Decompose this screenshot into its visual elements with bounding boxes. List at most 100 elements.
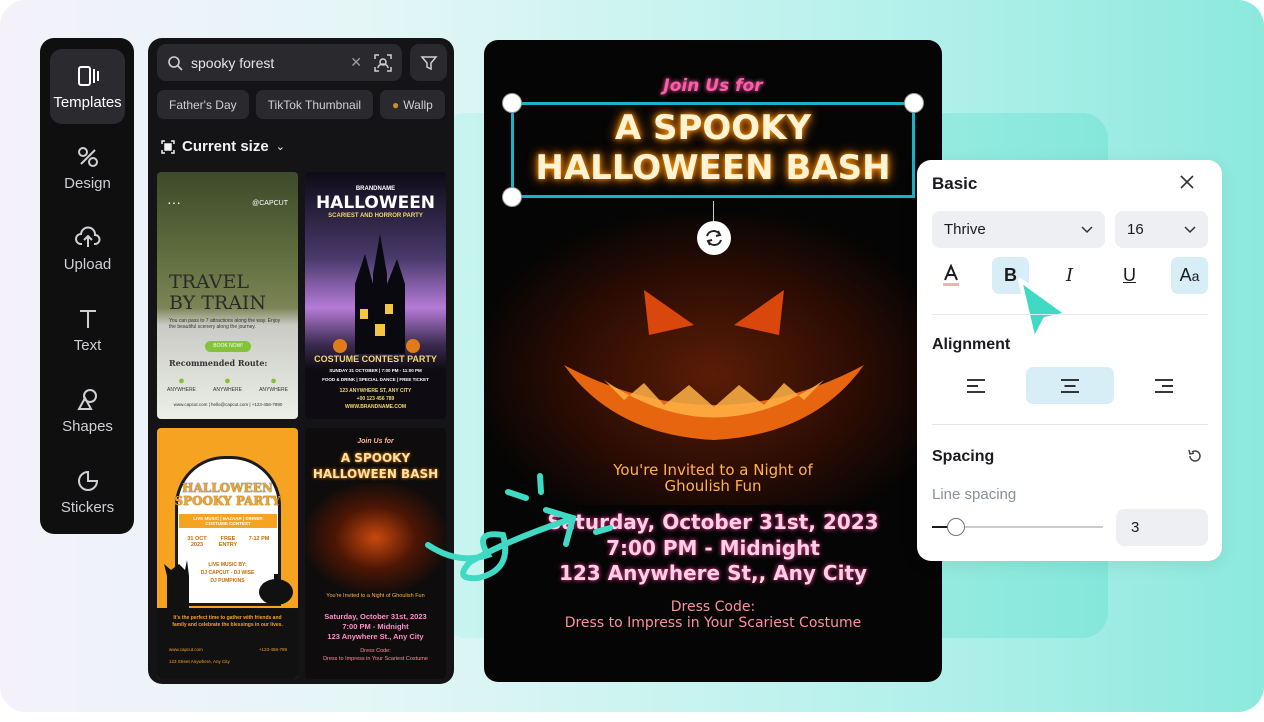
resize-handle-top-right[interactable] <box>904 93 924 113</box>
spacing-label: Spacing <box>932 448 995 465</box>
resize-handle-top-left[interactable] <box>502 93 522 113</box>
align-right-icon <box>1155 378 1173 393</box>
design-icon <box>77 146 98 167</box>
text-color-button[interactable] <box>932 257 969 294</box>
chip-fathers-day[interactable]: Father's Day <box>157 90 249 119</box>
template-line: SUNDAY 31 OCTOBER | 7:00 PM - 11:00 PM <box>329 368 422 373</box>
template-tag-line: COSTUME CONTEST <box>205 521 251 526</box>
chip-tiktok-thumbnail[interactable]: TikTok Thumbnail <box>255 90 374 119</box>
sidebar-item-label: Design <box>64 174 111 192</box>
more-icon[interactable]: ··· <box>167 194 181 210</box>
font-family-select[interactable]: Thrive <box>932 211 1105 248</box>
template-card-travel[interactable]: ··· @CAPCUT TRAVEL BY TRAIN You can pass… <box>157 172 298 419</box>
align-center-icon <box>1061 378 1079 393</box>
template-brand: BRANDNAME <box>355 186 396 192</box>
current-size-dropdown[interactable]: Current size ⌄ <box>161 138 285 155</box>
resize-icon <box>161 139 175 154</box>
template-title: HALLOWEEN SPOOKY PARTY <box>157 482 298 508</box>
search-icon <box>168 55 183 71</box>
sidebar-item-text[interactable]: Text <box>50 292 125 367</box>
template-invite: You're Invited to a Night of Ghoulish Fu… <box>326 593 425 599</box>
template-line: +00 123 456 789 <box>356 396 395 402</box>
pin-icon: ● <box>178 375 185 387</box>
template-subtitle: SCARIEST AND HORROR PARTY <box>328 213 423 219</box>
sidebar-item-stickers[interactable]: Stickers <box>50 454 125 529</box>
line-spacing-slider[interactable] <box>932 518 1103 536</box>
sidebar-item-label: Stickers <box>60 498 115 516</box>
chip-wallpaper[interactable]: ● Wallp <box>380 90 445 119</box>
templates-panel: spooky forest ✕ Father's Day TikTok Thum… <box>148 38 454 684</box>
route-stop: ● ANYWHERE <box>259 375 288 393</box>
shapes-icon <box>76 388 97 410</box>
reset-icon[interactable] <box>1187 448 1203 464</box>
template-title: TRAVEL BY TRAIN <box>169 272 266 314</box>
align-right-button[interactable] <box>1120 367 1208 404</box>
route-stops: ● ANYWHERE ● ANYWHERE ● ANYWHERE <box>167 375 288 393</box>
font-size-value: 16 <box>1127 221 1144 238</box>
template-phone: +123-456-789 <box>258 647 287 652</box>
line-spacing-input[interactable]: 3 <box>1116 509 1208 546</box>
template-address: 123 Anywhere St., Any City <box>327 632 424 641</box>
canvas-dresscode[interactable]: Dress Code: <box>484 599 942 615</box>
image-search-icon[interactable] <box>374 53 392 72</box>
align-left-button[interactable] <box>932 367 1020 404</box>
wallpaper-icon: ● <box>392 97 400 112</box>
route-stop-label: ANYWHERE <box>167 387 196 393</box>
divider <box>932 424 1208 425</box>
chevron-down-icon: ⌄ <box>275 141 285 153</box>
sidebar-item-upload[interactable]: Upload <box>50 211 125 286</box>
underline-button[interactable]: U <box>1111 257 1148 294</box>
sidebar-item-label: Text <box>73 336 102 354</box>
template-dresscode2: Dress to Impress in Your Scariest Costum… <box>323 656 428 662</box>
template-time: 7:00 PM - Midnight <box>342 622 409 631</box>
canvas-top-text[interactable]: Join Us for <box>484 76 942 96</box>
template-web: www.capcut.com <box>169 647 203 652</box>
templates-icon <box>77 65 99 86</box>
cursor-pointer-icon <box>1018 278 1069 342</box>
rotate-connector <box>713 201 714 221</box>
filter-button[interactable] <box>410 44 447 81</box>
template-time: 7-12 PM <box>248 536 270 542</box>
template-title-line: TRAVEL <box>169 271 249 293</box>
close-icon[interactable] <box>1179 174 1195 190</box>
font-family-value: Thrive <box>944 221 986 238</box>
line-spacing-value: 3 <box>1131 519 1140 536</box>
sidebar-item-shapes[interactable]: Shapes <box>50 373 125 448</box>
divider <box>932 314 1208 315</box>
align-left-icon <box>967 378 985 393</box>
template-book-button: BOOK NOW! <box>205 341 251 352</box>
template-card-spooky-party[interactable]: HALLOWEEN SPOOKY PARTY LIVE MUSIC | BAZA… <box>157 428 298 679</box>
sidebar-item-design[interactable]: Design <box>50 130 125 205</box>
sidebar-item-templates[interactable]: Templates <box>50 49 125 124</box>
upload-icon <box>74 226 100 247</box>
template-line: 123 ANYWHERE ST, ANY CITY <box>339 388 412 394</box>
text-case-small-a: a <box>1191 267 1200 284</box>
font-size-select[interactable]: 16 <box>1115 211 1208 248</box>
clear-search-icon[interactable]: ✕ <box>350 54 362 71</box>
stickers-icon <box>77 470 98 491</box>
route-stop-label: ANYWHERE <box>213 387 242 393</box>
slider-thumb[interactable] <box>947 518 965 536</box>
route-stop-label: ANYWHERE <box>259 387 288 393</box>
template-top: Join Us for <box>357 438 394 445</box>
align-center-button[interactable] <box>1026 367 1114 404</box>
pumpkin-image <box>259 574 293 605</box>
route-stop: ● ANYWHERE <box>167 375 196 393</box>
search-bar[interactable]: spooky forest ✕ <box>157 44 402 81</box>
rotate-handle[interactable] <box>697 221 731 255</box>
haunted-house-image <box>333 234 420 354</box>
panel-title: Basic <box>932 174 978 193</box>
template-card-halloween-costume[interactable]: BRANDNAME HALLOWEEN SCARIEST AND HORROR … <box>305 172 446 419</box>
current-size-label: Current size <box>182 138 269 155</box>
pin-icon: ● <box>224 375 231 387</box>
pin-icon: ● <box>270 375 277 387</box>
template-title-line: SPOOKY PARTY <box>174 494 281 508</box>
sidebar-item-label: Upload <box>63 255 112 273</box>
canvas-dresscode-detail[interactable]: Dress to Impress in Your Scariest Costum… <box>484 615 942 631</box>
text-case-button[interactable]: Aa <box>1171 257 1208 294</box>
text-selection-box[interactable] <box>511 102 915 198</box>
template-handle: @CAPCUT <box>252 200 288 207</box>
search-input[interactable]: spooky forest <box>191 55 350 71</box>
template-title-line: A SPOOKY <box>340 451 411 465</box>
resize-handle-bottom-left[interactable] <box>502 187 522 207</box>
